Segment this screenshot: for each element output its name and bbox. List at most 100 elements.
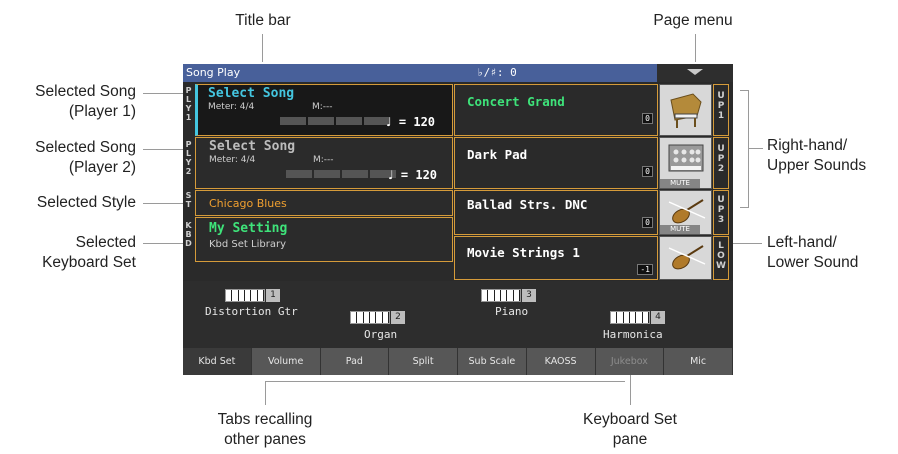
- song1-meter: Meter: 4/4 M:---: [208, 102, 333, 112]
- song1-measure: M:---: [312, 102, 333, 112]
- song1-meter-text: Meter: 4/4: [208, 102, 255, 112]
- tab-kbd-set[interactable]: Kbd Set: [183, 348, 252, 375]
- callout-song-p2-line1: Selected Song: [35, 139, 136, 156]
- tag-ply2-0: P: [185, 140, 192, 149]
- mute-label: MUTE: [660, 225, 700, 234]
- leader-style: [143, 203, 183, 204]
- callout-title-bar: Title bar: [235, 12, 291, 29]
- tag-up3-0: U: [717, 195, 725, 205]
- kbd-set-pane: 1 Distortion Gtr 2 Organ 3 Piano 4 Harmo…: [183, 281, 733, 348]
- leader-upper-bracket: [748, 90, 749, 208]
- octave-badge: -1: [637, 264, 653, 275]
- leader-upper: [749, 148, 763, 149]
- tab-jukebox[interactable]: Jukebox: [595, 348, 665, 375]
- callout-tabs-line1: Tabs recalling: [217, 411, 313, 428]
- callout-song-p1: Selected Song (Player 1): [0, 82, 136, 122]
- page-menu-button[interactable]: [657, 64, 733, 82]
- octave-badge: 0: [642, 166, 653, 177]
- leader-upper-bottom: [740, 207, 749, 208]
- kbd-set-slot-2[interactable]: 2: [350, 311, 405, 324]
- tag-low-1: O: [717, 251, 725, 261]
- callout-lower-line1: Left-hand/: [767, 234, 837, 251]
- callout-song-p2-line2: (Player 2): [68, 159, 136, 176]
- song2-meter-text: Meter: 4/4: [209, 155, 256, 165]
- kbd-set-slot-1-num: 1: [266, 289, 280, 302]
- sound-upper-1[interactable]: Concert Grand 0: [454, 84, 658, 136]
- leader-song-p2: [143, 149, 183, 150]
- callout-kbd-set: Selected Keyboard Set: [0, 233, 136, 273]
- song2-beat-meter: [286, 170, 396, 178]
- note-icon: ♩: [388, 168, 394, 182]
- tag-up1: U P 1: [713, 84, 729, 136]
- tag-low: L O W: [713, 236, 729, 280]
- song-player-2[interactable]: Select Song Meter: 4/4 M:--- ♩ = 120: [195, 137, 453, 189]
- callout-upper-line2: Upper Sounds: [767, 157, 867, 174]
- song-play-screen: Song Play ♭/♯: 0 P L Y 1 P L Y 2 S T K B…: [183, 64, 733, 375]
- kbd-set-slot-1-name: Distortion Gtr: [205, 305, 298, 318]
- callout-style: Selected Style: [36, 194, 136, 211]
- sound-lower[interactable]: Movie Strings 1 -1: [454, 236, 658, 280]
- keyboard-icon: [350, 311, 390, 324]
- tag-ply1-3: 1: [185, 113, 192, 122]
- kbd-set-slot-3-num: 3: [522, 289, 536, 302]
- tab-kaoss[interactable]: KAOSS: [526, 348, 596, 375]
- tag-ply1-0: P: [185, 86, 192, 95]
- tab-split[interactable]: Split: [389, 348, 458, 375]
- sound-upper-3-name: Ballad Strs. DNC: [467, 197, 588, 212]
- song-player-1[interactable]: Select Song Meter: 4/4 M:--- ♩ = 120: [195, 84, 453, 136]
- kbd-set-library: Kbd Set Library: [209, 239, 286, 250]
- sound-upper-2[interactable]: Dark Pad 0: [454, 137, 658, 189]
- style-panel[interactable]: Chicago Blues: [195, 190, 453, 216]
- tab-mic[interactable]: Mic: [664, 348, 733, 375]
- tag-kbd: K B D: [183, 221, 194, 257]
- tag-kbd-2: D: [185, 239, 192, 248]
- tab-bar: Kbd Set Volume Pad Split Sub Scale KAOSS…: [183, 348, 733, 375]
- sound-upper-3[interactable]: Ballad Strs. DNC 0: [454, 190, 658, 235]
- kbd-set-name: My Setting: [209, 221, 288, 236]
- tag-up3-1: P: [717, 205, 725, 215]
- tag-low-0: L: [718, 241, 724, 251]
- tag-st-1: T: [185, 200, 192, 209]
- tag-ply1: P L Y 1: [183, 86, 194, 134]
- callout-song-p2: Selected Song (Player 2): [0, 138, 136, 178]
- keyboard-icon: [481, 289, 521, 302]
- tag-up1-1: P: [717, 101, 725, 111]
- tag-low-2: W: [716, 261, 726, 271]
- page-title: Song Play: [186, 66, 241, 79]
- kbd-set-slot-1[interactable]: 1: [225, 289, 280, 302]
- synth-pad-icon[interactable]: MUTE: [659, 137, 712, 189]
- tag-up1-0: U: [717, 91, 725, 101]
- song1-tempo: ♩ = 120: [386, 115, 435, 129]
- kbd-set-slot-4[interactable]: 4: [610, 311, 665, 324]
- leader-tabs-span: [265, 381, 625, 382]
- song2-title: Select Song: [209, 139, 296, 154]
- callout-upper-line1: Right-hand/: [767, 137, 848, 154]
- tag-ply1-2: Y: [185, 104, 192, 113]
- tab-volume[interactable]: Volume: [251, 348, 321, 375]
- violin-icon[interactable]: MUTE: [659, 190, 712, 235]
- callout-tabs: Tabs recalling other panes: [190, 410, 340, 450]
- tag-ply1-1: L: [185, 95, 192, 104]
- kbd-set-slot-3[interactable]: 3: [481, 289, 536, 302]
- song2-tempo-value: = 120: [400, 168, 438, 182]
- kbd-set-panel[interactable]: My Setting Kbd Set Library: [195, 217, 453, 262]
- callout-tabs-line2: other panes: [224, 431, 306, 448]
- leader-tabs: [265, 381, 266, 405]
- callout-kbd-pane: Keyboard Set pane: [570, 410, 690, 450]
- tab-sub-scale[interactable]: Sub Scale: [458, 348, 527, 375]
- tag-kbd-0: K: [185, 221, 192, 230]
- violin-icon[interactable]: [659, 236, 712, 280]
- tag-ply2: P L Y 2: [183, 140, 194, 188]
- title-bar: Song Play ♭/♯: 0: [183, 64, 733, 82]
- kbd-set-slot-4-name: Harmonica: [603, 328, 663, 341]
- grand-piano-icon[interactable]: [659, 84, 712, 136]
- sound-upper-2-name: Dark Pad: [467, 147, 528, 162]
- kbd-set-slot-2-num: 2: [391, 311, 405, 324]
- keyboard-icon: [610, 311, 650, 324]
- leader-page-menu: [695, 34, 696, 62]
- song2-measure: M:---: [313, 155, 334, 165]
- song2-tempo: ♩ = 120: [388, 168, 437, 182]
- tab-pad[interactable]: Pad: [320, 348, 390, 375]
- tag-up2-2: 2: [717, 164, 725, 174]
- kbd-set-slot-4-num: 4: [651, 311, 665, 324]
